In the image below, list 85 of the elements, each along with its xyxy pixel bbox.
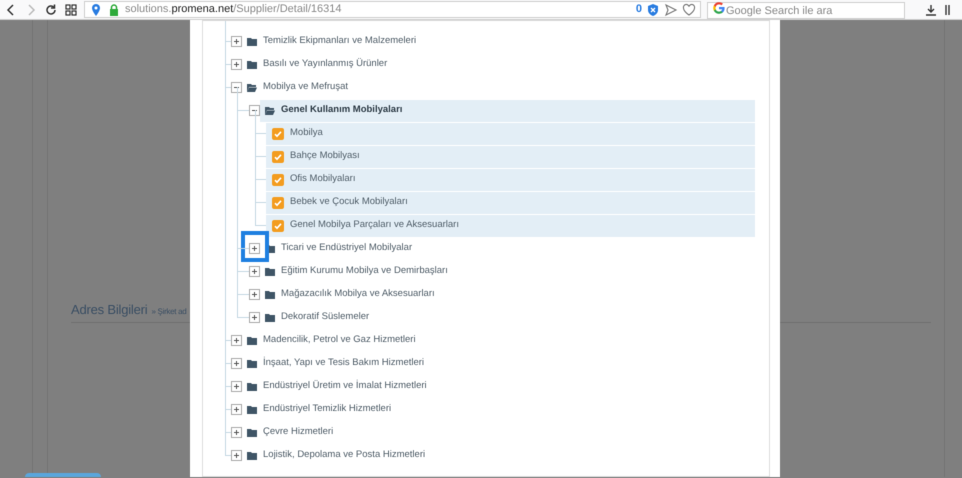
tree-node[interactable]: Ticari ve Endüstriyel Mobilyalar xyxy=(260,238,755,260)
shield-icon[interactable] xyxy=(646,2,660,16)
lock-icon xyxy=(107,2,121,16)
expand-toggle-icon[interactable] xyxy=(249,243,260,254)
tree-leaf[interactable]: Mobilya xyxy=(266,122,755,144)
tree-node[interactable]: Çevre Hizmetleri xyxy=(242,422,755,444)
node-label: Lojistik, Depolama ve Posta Hizmetleri xyxy=(263,448,426,462)
tree-node[interactable]: Dekoratif Süslemeler xyxy=(260,306,755,328)
tree-node[interactable]: Madencilik, Petrol ve Gaz Hizmetleri xyxy=(242,330,755,352)
tree-node[interactable]: Eğitim Kurumu Mobilya ve Demirbaşları xyxy=(260,260,755,282)
expand-toggle-icon[interactable] xyxy=(231,450,242,461)
folder-icon xyxy=(247,452,257,460)
tree-node[interactable]: Lojistik, Depolama ve Posta Hizmetleri xyxy=(242,444,755,466)
node-label: Ticari ve Endüstriyel Mobilyalar xyxy=(281,241,412,256)
tree-leaf[interactable]: Bahçe Mobilyası xyxy=(266,146,755,168)
tree-node[interactable]: Mobilya ve Mefruşat xyxy=(242,76,755,98)
collapse-toggle-icon[interactable] xyxy=(231,82,242,93)
expand-toggle-icon[interactable] xyxy=(231,358,242,369)
tree-leaf[interactable]: Genel Mobilya Parçaları ve Aksesuarları xyxy=(266,214,755,236)
folder-icon xyxy=(265,268,275,276)
folder-icon xyxy=(247,60,257,68)
expand-toggle-icon[interactable] xyxy=(231,381,242,392)
leaf-label: Bebek ve Çocuk Mobilyaları xyxy=(290,195,408,210)
checkbox[interactable] xyxy=(272,150,284,162)
tree-node[interactable]: Mağazacılık Mobilya ve Aksesuarları xyxy=(260,284,755,306)
location-pin-icon xyxy=(89,2,103,16)
tree-node[interactable]: İnşaat, Yapı ve Tesis Bakım Hizmetleri xyxy=(242,352,755,374)
download-icon[interactable] xyxy=(924,2,938,16)
send-icon[interactable] xyxy=(664,2,678,16)
google-icon xyxy=(712,0,726,14)
tree-node[interactable]: Endüstriyel Temizlik Hizmetleri xyxy=(242,398,755,420)
section-heading: Adres Bilgileri xyxy=(71,301,148,319)
open-folder-icon xyxy=(265,106,275,114)
checkbox[interactable] xyxy=(272,128,284,140)
node-label: Endüstriyel Temizlik Hizmetleri xyxy=(263,402,392,416)
reload-icon[interactable] xyxy=(44,2,58,16)
grid-icon[interactable] xyxy=(64,2,78,16)
node-label: Madencilik, Petrol ve Gaz Hizmetleri xyxy=(263,333,416,348)
folder-icon xyxy=(265,290,275,298)
node-label: Mobilya ve Mefruşat xyxy=(263,80,348,94)
leaf-label: Ofis Mobilyaları xyxy=(290,172,356,186)
node-label: Mağazacılık Mobilya ve Aksesuarları xyxy=(281,287,435,302)
node-label: Basılı ve Yayınlanmış Ürünler xyxy=(263,57,388,72)
expand-toggle-icon[interactable] xyxy=(249,266,260,277)
expand-toggle-icon[interactable] xyxy=(231,427,242,438)
node-label: Temizlik Ekipmanları ve Malzemeleri xyxy=(263,34,416,48)
node-label: Eğitim Kurumu Mobilya ve Demirbaşları xyxy=(281,264,448,278)
expand-toggle-icon[interactable] xyxy=(231,36,242,47)
address-bar[interactable]: solutions.promena.net/Supplier/Detail/16314 0 xyxy=(84,1,701,18)
tree-node[interactable]: Temizlik Ekipmanları ve Malzemeleri xyxy=(242,30,755,52)
url-text: solutions.promena.net/Supplier/Detail/16314 xyxy=(125,2,342,18)
tree-leaf[interactable]: Bebek ve Çocuk Mobilyaları xyxy=(266,192,755,214)
tree-node[interactable]: Basılı ve Yayınlanmış Ürünler xyxy=(242,54,755,76)
folder-icon xyxy=(265,314,275,322)
expand-toggle-icon[interactable] xyxy=(231,404,242,415)
leaf-label: Mobilya xyxy=(290,126,323,140)
expand-toggle-icon[interactable] xyxy=(231,59,242,70)
node-label: Genel Kullanım Mobilyaları xyxy=(281,103,402,118)
expand-toggle-icon[interactable] xyxy=(249,312,260,323)
node-label: Endüstriyel Üretim ve İmalat Hizmetleri xyxy=(263,379,427,394)
collapse-toggle-icon[interactable] xyxy=(249,105,260,116)
node-label: İnşaat, Yapı ve Tesis Bakım Hizmetleri xyxy=(263,356,424,370)
expand-toggle-icon[interactable] xyxy=(249,289,260,300)
open-folder-icon xyxy=(247,84,257,92)
leaf-label: Genel Mobilya Parçaları ve Aksesuarları xyxy=(290,218,459,232)
node-label: Çevre Hizmetleri xyxy=(263,425,334,440)
folder-icon xyxy=(247,406,257,414)
checkbox[interactable] xyxy=(272,174,284,186)
folder-icon xyxy=(247,428,257,436)
search-field[interactable]: Google Search ile ara xyxy=(707,2,905,19)
counter-label: 0 xyxy=(636,2,642,18)
tree-node[interactable]: Genel Kullanım Mobilyaları xyxy=(260,100,755,122)
leaf-label: Bahçe Mobilyası xyxy=(290,149,360,164)
heart-icon[interactable] xyxy=(682,2,696,16)
breadcrumb-text: » Şirket ad xyxy=(151,306,186,318)
folder-icon xyxy=(247,336,257,344)
node-label: Dekoratif Süslemeler xyxy=(281,310,370,324)
folder-icon xyxy=(247,360,257,368)
folder-icon xyxy=(247,382,257,390)
checkbox[interactable] xyxy=(272,220,284,232)
tree-leaf[interactable]: Ofis Mobilyaları xyxy=(266,168,755,190)
checkbox[interactable] xyxy=(272,196,284,208)
folder-icon xyxy=(247,38,257,46)
tree-node[interactable]: Endüstriyel Üretim ve İmalat Hizmetleri xyxy=(242,376,755,398)
expand-toggle-icon[interactable] xyxy=(231,335,242,346)
